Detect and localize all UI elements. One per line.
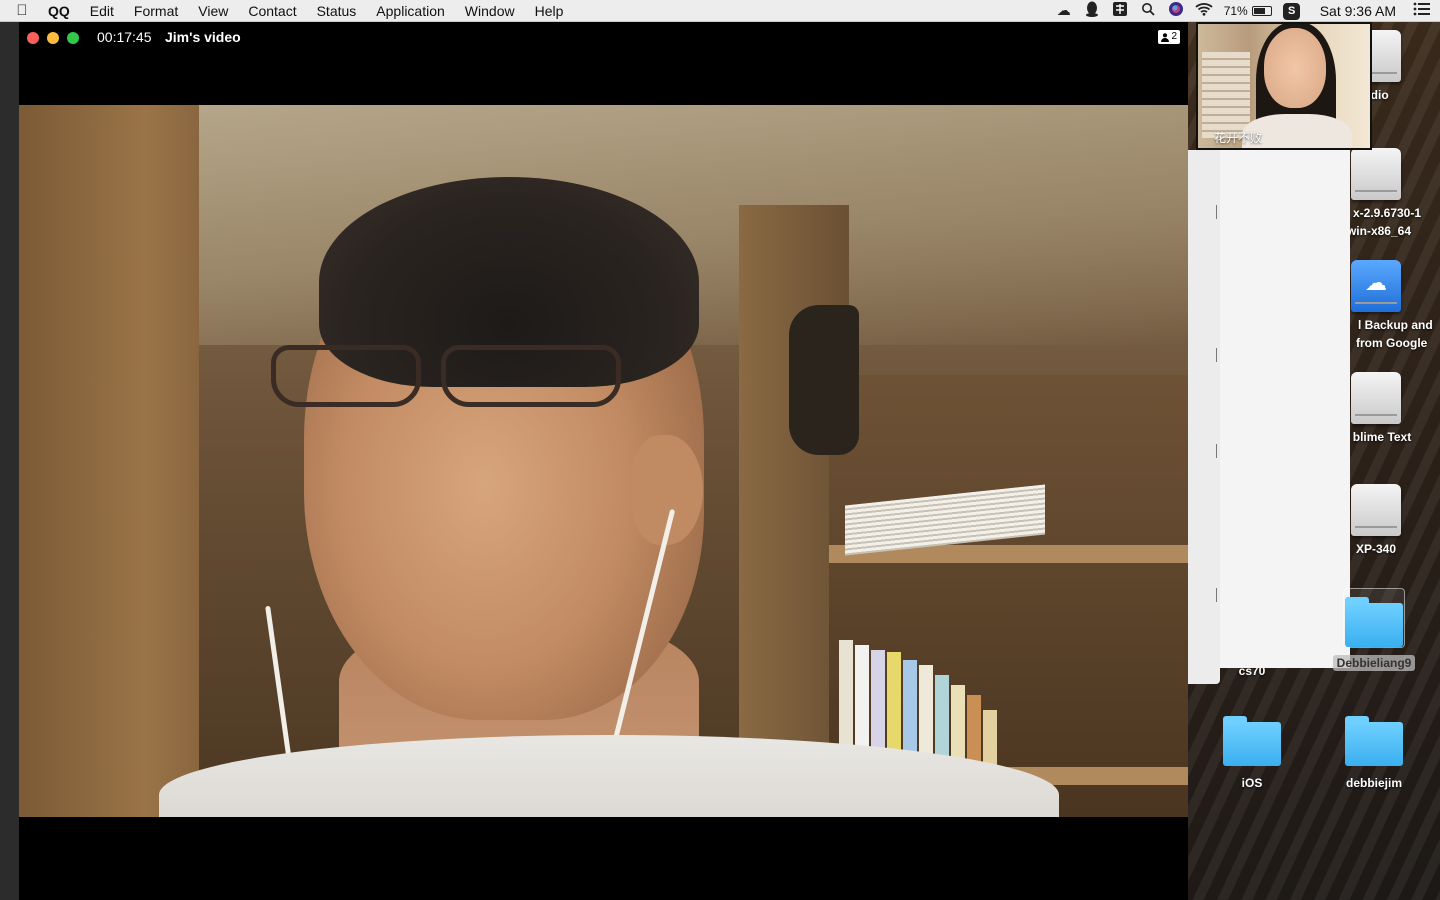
- notification-center-icon[interactable]: [1412, 2, 1440, 19]
- participant-count: 2: [1171, 31, 1177, 42]
- window-title: Jim's video: [165, 29, 241, 45]
- folder-icon: [1345, 597, 1403, 647]
- menu-clock[interactable]: Sat 9:36 AM: [1306, 3, 1412, 19]
- desktop-icon-label-line2: win-x86_64: [1346, 224, 1412, 238]
- battery-indicator[interactable]: 71%: [1218, 4, 1278, 18]
- cloud-upload-drive-icon: ☁: [1351, 260, 1401, 312]
- call-timer: 00:17:45: [97, 29, 152, 45]
- desktop-icon-label: iOS: [1241, 776, 1263, 790]
- self-video-preview[interactable]: 花开不败: [1196, 22, 1372, 150]
- menu-view[interactable]: View: [188, 0, 238, 22]
- background-window-strip: [0, 22, 19, 900]
- menu-contact[interactable]: Contact: [238, 0, 306, 22]
- disk-drive-icon: [1351, 484, 1401, 536]
- cloud-icon[interactable]: ☁: [1050, 2, 1078, 19]
- desktop-icon-debbiejim[interactable]: debbiejim: [1324, 716, 1424, 792]
- desktop-icon-ios[interactable]: iOS: [1202, 716, 1302, 792]
- desktop-icon-label: x-2.9.6730-1: [1352, 206, 1422, 220]
- participant-count-button[interactable]: 2: [1158, 30, 1180, 44]
- folder-icon: [1223, 716, 1281, 766]
- disk-drive-icon: [1351, 148, 1401, 200]
- background-window-edge: [1188, 150, 1220, 684]
- close-button[interactable]: [27, 32, 39, 44]
- fullscreen-button[interactable]: [67, 32, 79, 44]
- qq-penguin-icon[interactable]: [1078, 1, 1106, 20]
- desktop-icon-label: l Backup and: [1358, 318, 1433, 332]
- desktop-icon-label: debbiejim: [1345, 776, 1402, 790]
- desktop-icon-label-line2: from Google: [1356, 336, 1428, 350]
- disk-drive-icon: [1351, 372, 1401, 424]
- battery-percent: 71%: [1223, 3, 1248, 18]
- battery-level-fill: [1253, 7, 1266, 14]
- status-area: ☁ 71% S Sat 9:36 AM: [1050, 0, 1440, 22]
- menu-window[interactable]: Window: [455, 0, 525, 22]
- wifi-icon[interactable]: [1190, 2, 1218, 19]
- battery-icon: [1251, 5, 1272, 16]
- window-controls: [27, 32, 79, 44]
- desktop-icon-label: XP-340: [1355, 542, 1397, 556]
- menu-edit[interactable]: Edit: [80, 0, 124, 22]
- sync-s-icon[interactable]: S: [1278, 1, 1306, 20]
- menu-help[interactable]: Help: [525, 0, 574, 22]
- search-icon[interactable]: [1134, 2, 1162, 19]
- desktop-icon-label: Debbieliang9: [1332, 655, 1416, 671]
- menu-bar:  QQ Edit Format View Contact Status App…: [0, 0, 1440, 22]
- desktop-icon-debbieliang9[interactable]: Debbieliang9: [1324, 588, 1424, 672]
- menu-application[interactable]: Application: [366, 0, 455, 22]
- menu-format[interactable]: Format: [124, 0, 188, 22]
- input-method-icon[interactable]: [1106, 1, 1134, 20]
- apple-icon[interactable]: : [0, 2, 44, 19]
- folder-selection: [1343, 588, 1405, 648]
- menu-app-name[interactable]: QQ: [44, 0, 80, 22]
- person-icon: [1161, 32, 1170, 42]
- video-call-window: 00:17:45 Jim's video 2: [19, 22, 1188, 900]
- cloud-upload-icon: ☁: [1365, 270, 1387, 295]
- folder-icon: [1345, 716, 1403, 766]
- self-view-name: 花开不败: [1214, 131, 1263, 145]
- minimize-button[interactable]: [47, 32, 59, 44]
- remote-video-feed[interactable]: [19, 105, 1188, 817]
- desktop-icon-label: blime Text: [1352, 430, 1412, 444]
- menu-status[interactable]: Status: [307, 0, 367, 22]
- siri-icon[interactable]: [1162, 1, 1190, 20]
